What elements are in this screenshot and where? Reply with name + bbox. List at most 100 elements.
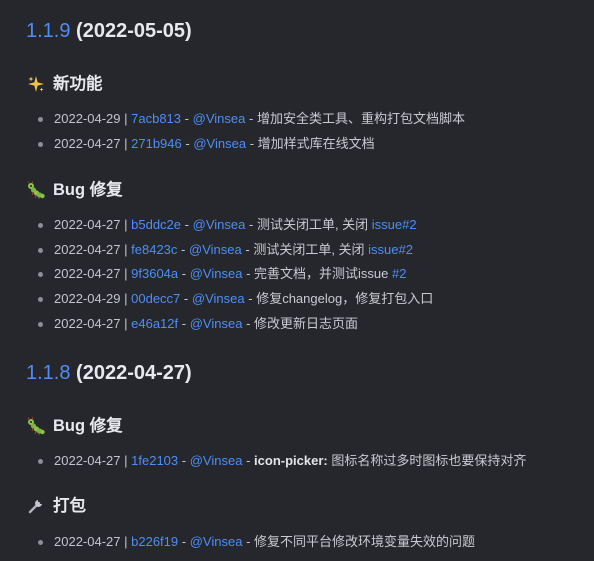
release-date: (2022-04-27) [76, 362, 192, 384]
list-item: 2022-04-27 | 271b946 - @Vinsea - 增加样式库在线… [38, 132, 465, 157]
commit-message-text: 图标名称过多时图标也要保持对齐 [327, 453, 527, 468]
author-link[interactable]: @Vinsea [193, 136, 246, 151]
dash: - [246, 315, 251, 331]
dash: - [246, 534, 251, 549]
issue-link[interactable]: #2 [392, 266, 406, 281]
commit-message: 增加样式库在线文档 [257, 135, 375, 151]
section-bugfix: Bug 修复 [27, 415, 123, 437]
commit-date: 2022-04-27 [54, 217, 121, 232]
wrench-icon [27, 497, 45, 515]
bugfix-list: 2022-04-27 | b5ddc2e - @Vinsea - 测试关闭工单,… [38, 213, 433, 336]
commit-message: 测试关闭工单, 关闭 [253, 241, 369, 257]
list-item: 2022-04-27 | fe8423c - @Vinsea - 测试关闭工单,… [38, 238, 433, 263]
section-title: 新功能 [53, 75, 103, 93]
commit-hash-link[interactable]: 7acb813 [131, 111, 181, 126]
dash: - [246, 266, 251, 282]
commit-hash-link[interactable]: b5ddc2e [131, 217, 181, 232]
author-link[interactable]: @Vinsea [190, 534, 243, 549]
features-list: 2022-04-29 | 7acb813 - @Vinsea - 增加安全类工具… [38, 107, 465, 156]
dash: - [181, 266, 187, 282]
release-date: (2022-05-05) [76, 20, 192, 42]
separator: | [124, 217, 128, 232]
commit-date: 2022-04-27 [54, 453, 121, 468]
commit-hash-link[interactable]: e46a12f [131, 316, 178, 331]
separator: | [124, 315, 128, 331]
list-item: 2022-04-29 | 00decc7 - @Vinsea - 修复chang… [38, 287, 433, 312]
release-heading-1-1-8: 1.1.8 (2022-04-27) [26, 360, 192, 386]
section-build: 打包 [27, 495, 86, 517]
separator: | [124, 241, 128, 257]
commit-hash-link[interactable]: 00decc7 [131, 291, 180, 306]
commit-scope: icon-picker: [254, 453, 328, 468]
dash: - [248, 291, 253, 307]
section-bugfix: Bug 修复 [27, 179, 123, 201]
commit-hash-link[interactable]: 1fe2103 [131, 453, 178, 468]
dash: - [185, 135, 190, 151]
bug-icon [27, 181, 45, 199]
commit-hash-link[interactable]: b226f19 [131, 534, 178, 549]
list-item: 2022-04-27 | b226f19 - @Vinsea - 修复不同平台修… [38, 530, 475, 555]
separator: | [124, 453, 128, 468]
separator: | [124, 534, 128, 549]
dash: - [249, 135, 255, 151]
list-item: 2022-04-27 | 9f3604a - @Vinsea - 完善文档，并测… [38, 262, 433, 287]
author-link[interactable]: @Vinsea [189, 242, 242, 257]
commit-date: 2022-04-27 [54, 135, 121, 151]
commit-message: 修复不同平台修改环境变量失效的问题 [254, 534, 476, 549]
dash: - [246, 453, 251, 468]
changelog-page: 1.1.9 (2022-05-05) 新功能 2022-04-29 | 7acb… [0, 0, 594, 561]
separator: | [124, 135, 128, 151]
commit-date: 2022-04-27 [54, 266, 121, 282]
separator: | [124, 111, 128, 126]
separator: | [124, 291, 128, 307]
commit-message: 修复changelog，修复打包入口 [256, 291, 434, 307]
commit-message: icon-picker: 图标名称过多时图标也要保持对齐 [254, 453, 526, 468]
commit-date: 2022-04-27 [54, 241, 121, 257]
author-link[interactable]: @Vinsea [190, 266, 243, 281]
commit-date: 2022-04-27 [54, 315, 121, 331]
commit-date: 2022-04-29 [54, 291, 121, 307]
version-link[interactable]: 1.1.8 [26, 362, 70, 384]
sparkles-icon [27, 75, 45, 93]
release-heading-1-1-9: 1.1.9 (2022-05-05) [26, 18, 192, 44]
dash: - [181, 453, 187, 468]
dash: - [181, 534, 187, 549]
commit-hash-link[interactable]: 9f3604a [131, 266, 178, 281]
dash: - [248, 217, 254, 232]
issue-link[interactable]: issue#2 [368, 242, 413, 257]
author-link[interactable]: @Vinsea [193, 111, 246, 126]
issue-link[interactable]: issue#2 [372, 217, 417, 232]
author-link[interactable]: @Vinsea [190, 316, 243, 331]
dash: - [184, 217, 189, 232]
author-link[interactable]: @Vinsea [193, 217, 246, 232]
author-link[interactable]: @Vinsea [190, 453, 243, 468]
dash: - [181, 315, 187, 331]
list-item: 2022-04-29 | 7acb813 - @Vinsea - 增加安全类工具… [38, 107, 465, 132]
bugfix-list: 2022-04-27 | 1fe2103 - @Vinsea - icon-pi… [38, 449, 526, 474]
version-link[interactable]: 1.1.9 [26, 20, 70, 42]
list-item: 2022-04-27 | e46a12f - @Vinsea - 修改更新日志页… [38, 312, 433, 337]
list-item: 2022-04-27 | b5ddc2e - @Vinsea - 测试关闭工单,… [38, 213, 433, 238]
dash: - [183, 291, 189, 307]
dash: - [181, 241, 186, 257]
section-title: Bug 修复 [53, 417, 123, 435]
commit-message: 修改更新日志页面 [254, 315, 359, 331]
author-link[interactable]: @Vinsea [192, 291, 245, 306]
section-features: 新功能 [27, 73, 103, 95]
commit-message: 增加安全类工具、重构打包文档脚本 [256, 111, 465, 126]
commit-message: 测试关闭工单, 关闭 [256, 217, 372, 232]
dash: - [248, 111, 254, 126]
commit-hash-link[interactable]: fe8423c [131, 242, 177, 257]
commit-date: 2022-04-29 [54, 111, 121, 126]
build-list: 2022-04-27 | b226f19 - @Vinsea - 修复不同平台修… [38, 530, 475, 555]
bug-icon [27, 417, 45, 435]
list-item: 2022-04-27 | 1fe2103 - @Vinsea - icon-pi… [38, 449, 526, 474]
commit-date: 2022-04-27 [54, 534, 121, 549]
commit-message: 完善文档，并测试issue [254, 266, 393, 282]
commit-hash-link[interactable]: 271b946 [131, 136, 182, 151]
section-title: 打包 [53, 497, 86, 515]
dash: - [184, 111, 189, 126]
section-title: Bug 修复 [53, 181, 123, 199]
separator: | [124, 266, 128, 282]
dash: - [245, 241, 250, 257]
